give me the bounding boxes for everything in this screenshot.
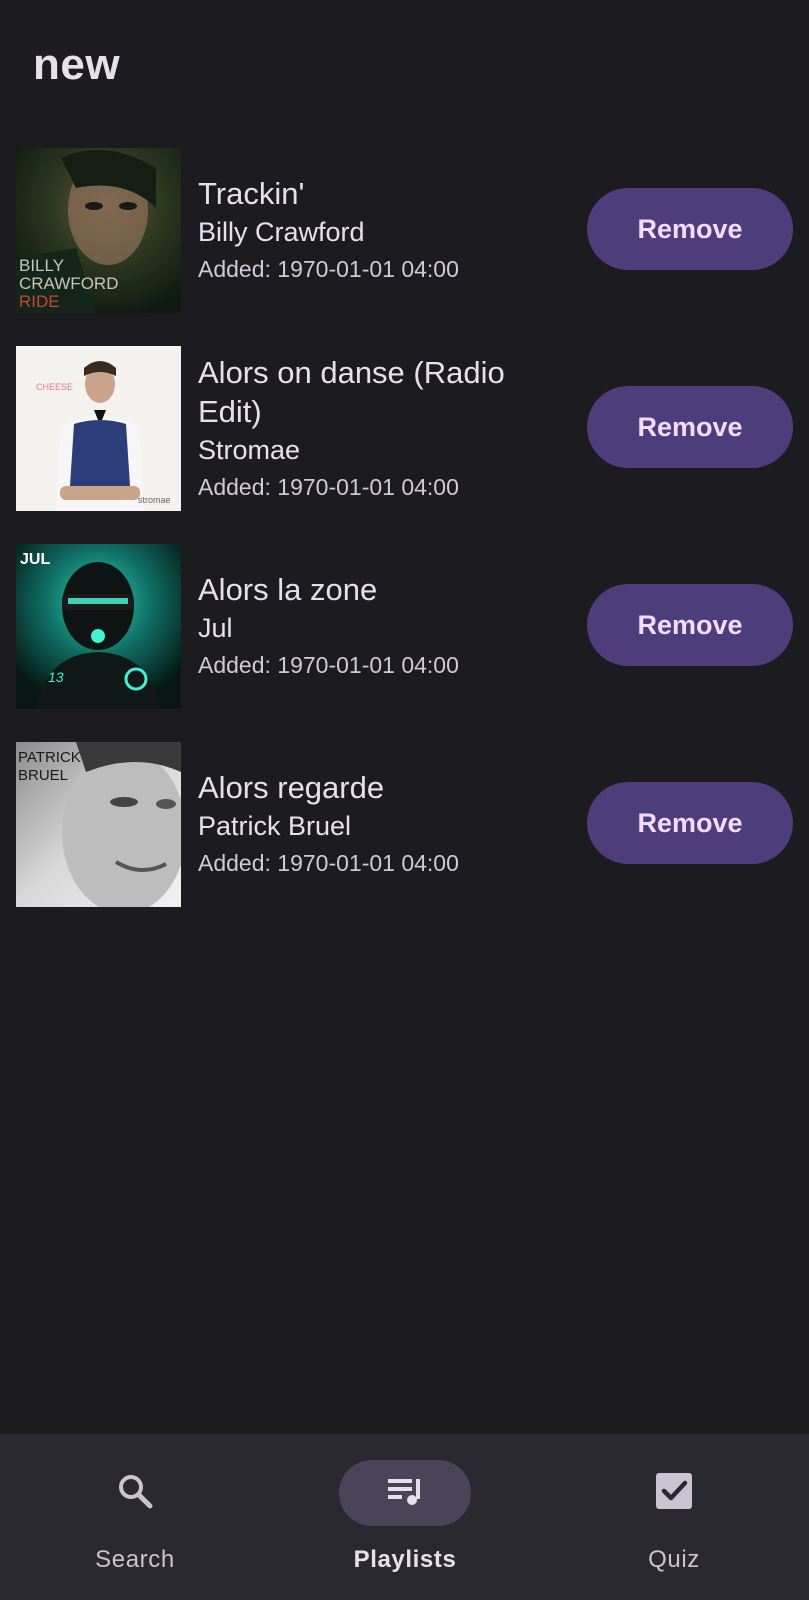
artist-name: Jul [198,613,233,643]
song-title: Alors on danse (Radio Edit) [198,354,505,429]
artist-name: Billy Crawford [198,217,365,247]
added-date: Added: 1970-01-01 04:00 [198,473,459,500]
added-date: Added: 1970-01-01 04:00 [198,256,459,282]
track-row: BILLY CRAWFORD RIDE Trackin' Billy Crawf… [0,148,809,346]
track-info: Trackin' Billy Crawford Added: 1970-01-0… [198,148,538,313]
album-cover: JUL 13 [16,544,181,709]
cover-text: BILLY [19,256,64,275]
remove-button[interactable]: Remove [587,584,793,666]
nav-pill [69,1460,201,1526]
added-date: Added: 1970-01-01 04:00 [198,652,459,678]
track-row: PATRICK BRUEL Alors regarde Patrick Brue… [0,742,809,940]
album-cover: PATRICK BRUEL [16,742,181,907]
cover-text: RIDE [19,292,60,311]
playlist-icon [385,1471,425,1516]
page-title: new [33,40,121,89]
checkbox-icon [654,1471,694,1516]
remove-button[interactable]: Remove [587,188,793,270]
playlist-screen: new BILLY CRAWFORD RIDE Trackin' Billy C… [0,0,809,1600]
nav-label: Playlists [353,1546,457,1573]
track-info: Alors on danse (Radio Edit) Stromae Adde… [198,346,538,511]
nav-label: Search [95,1546,175,1573]
song-title: Trackin' [198,176,305,211]
track-list: BILLY CRAWFORD RIDE Trackin' Billy Crawf… [0,148,809,940]
track-info: Alors la zone Jul Added: 1970-01-01 04:0… [198,544,538,709]
remove-button[interactable]: Remove [587,386,793,468]
remove-button[interactable]: Remove [587,782,793,864]
cover-text: JUL [20,551,50,568]
cover-text: stromae [138,495,171,505]
album-cover: CHEESE stromae [16,346,181,511]
song-title: Alors la zone [198,572,378,607]
nav-pill [608,1460,740,1526]
search-icon [115,1471,155,1516]
nav-item-quiz[interactable]: Quiz [539,1434,809,1600]
nav-pill [339,1460,471,1526]
cover-text: BRUEL [18,767,68,784]
song-title: Alors regarde [198,770,385,805]
cover-text: CHEESE [36,382,73,392]
bottom-navigation: Search Playlists Quiz [0,1434,809,1600]
track-info: Alors regarde Patrick Bruel Added: 1970-… [198,742,538,907]
track-row: JUL 13 Alors la zone Jul Added: 1970-01-… [0,544,809,742]
nav-item-search[interactable]: Search [0,1434,270,1600]
album-cover: BILLY CRAWFORD RIDE [16,148,181,313]
cover-text: CRAWFORD [19,274,118,293]
track-row: CHEESE stromae Alors on danse (Radio Edi… [0,346,809,544]
added-date: Added: 1970-01-01 04:00 [198,850,459,876]
nav-label: Quiz [648,1546,700,1573]
cover-text: PATRICK [18,749,81,766]
artist-name: Patrick Bruel [198,811,352,841]
nav-item-playlists[interactable]: Playlists [270,1434,540,1600]
artist-name: Stromae [198,434,301,465]
cover-text: 13 [48,669,64,685]
